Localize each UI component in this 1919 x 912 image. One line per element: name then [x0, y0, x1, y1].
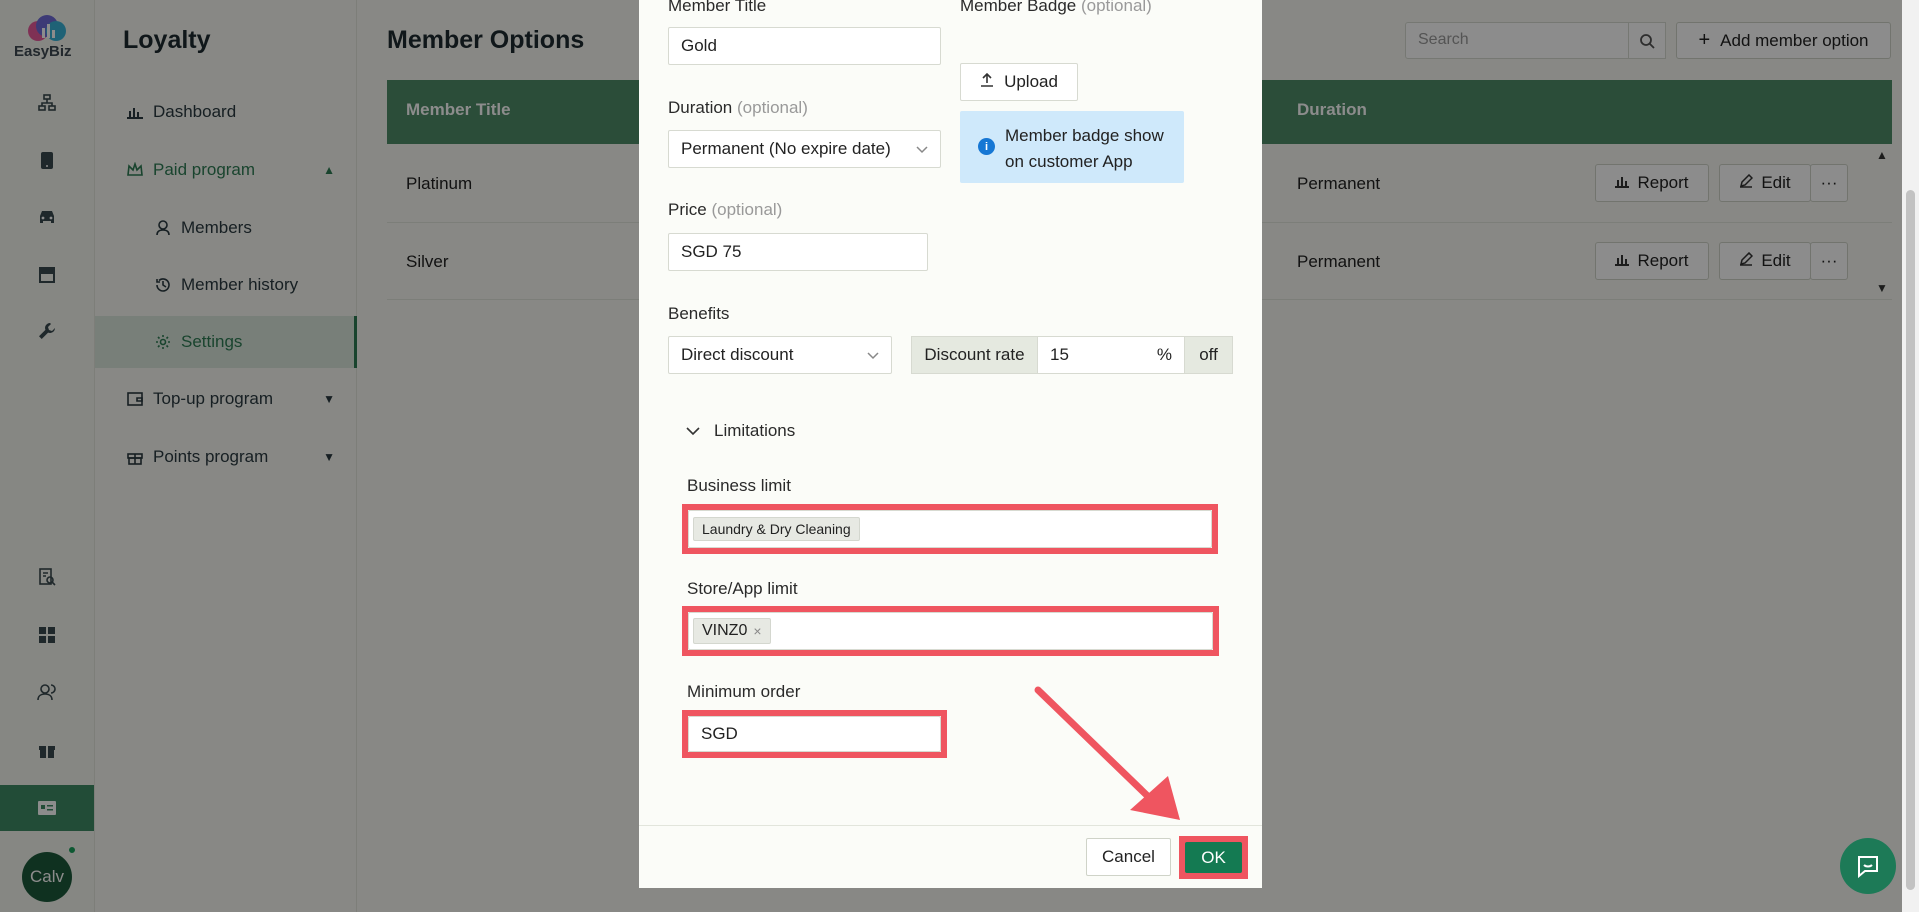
upload-button[interactable]: Upload — [960, 63, 1078, 101]
minimum-order-label: Minimum order — [687, 682, 801, 701]
chevron-down-icon — [916, 139, 928, 159]
dialog-footer-divider — [639, 825, 1262, 826]
store-app-limit-label: Store/App limit — [687, 579, 798, 598]
duration-label: Duration (optional) — [668, 98, 808, 117]
off-suffix: off — [1184, 336, 1233, 374]
limitations-toggle[interactable]: Limitations — [686, 421, 795, 441]
page-scrollbar[interactable] — [1902, 0, 1919, 912]
benefit-type-select[interactable]: Direct discount — [668, 336, 892, 374]
store-app-limit-select[interactable]: VINZ0 × — [688, 612, 1213, 650]
duration-select[interactable]: Permanent (No expire date) — [668, 130, 941, 168]
percent-symbol: % — [1156, 345, 1172, 364]
business-limit-select[interactable]: Laundry & Dry Cleaning — [688, 510, 1212, 548]
discount-rate-input[interactable]: 15 % — [1037, 336, 1185, 374]
benefits-label: Benefits — [668, 304, 730, 323]
annotation-arrow-icon — [1034, 686, 1180, 820]
member-badge-label: Member Badge (optional) — [960, 0, 1152, 15]
chevron-down-icon — [686, 421, 700, 441]
store-limit-tag: VINZ0 × — [693, 618, 771, 644]
chevron-down-icon — [867, 345, 879, 365]
business-limit-tag: Laundry & Dry Cleaning — [693, 517, 860, 541]
cancel-button[interactable]: Cancel — [1086, 838, 1171, 876]
price-label: Price (optional) — [668, 200, 783, 219]
discount-rate-label: Discount rate — [911, 336, 1038, 374]
badge-info-box: i Member badge show on customer App — [960, 111, 1184, 183]
ok-button-highlight: OK — [1179, 836, 1248, 879]
business-limit-label: Business limit — [687, 476, 791, 495]
support-chat-icon[interactable] — [1840, 838, 1896, 894]
price-input[interactable]: SGD 75 — [668, 233, 928, 271]
ok-button[interactable]: OK — [1185, 842, 1242, 873]
member-title-label: Member Title — [668, 0, 767, 15]
upload-icon — [980, 72, 994, 92]
info-icon: i — [978, 138, 995, 155]
member-title-input[interactable]: Gold — [668, 27, 941, 65]
scrollbar-thumb[interactable] — [1906, 190, 1915, 890]
minimum-order-input[interactable]: SGD — [688, 716, 941, 752]
badge-info-text: Member badge show on customer App — [1005, 126, 1164, 171]
close-icon[interactable]: × — [753, 623, 761, 639]
